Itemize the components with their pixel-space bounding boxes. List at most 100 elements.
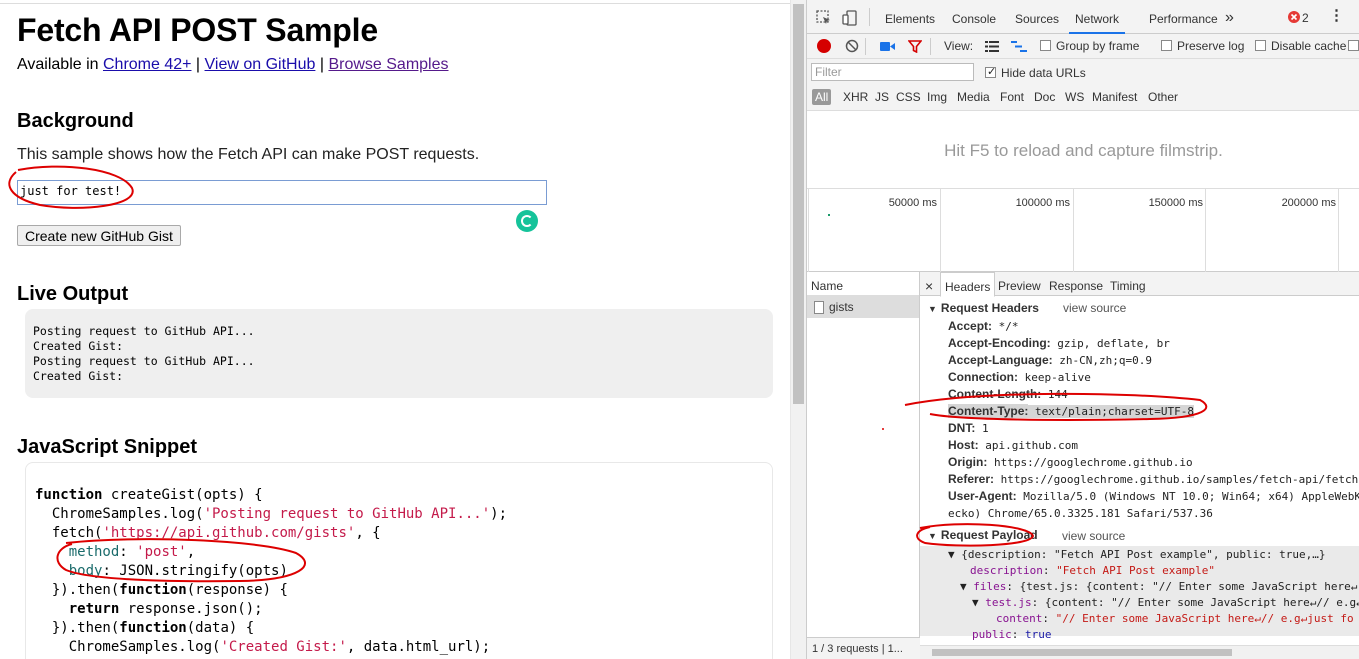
tab-preview[interactable]: Preview — [998, 272, 1041, 296]
timeline-overview[interactable]: 50000 ms 100000 ms 150000 ms 200000 ms — [807, 189, 1359, 272]
code-line: }).then(function(response) { — [35, 582, 288, 598]
code-line: return response.json(); — [35, 601, 263, 617]
tab-elements[interactable]: Elements — [885, 0, 935, 34]
request-detail: × Headers Preview Response Timing ▼ Reque… — [920, 272, 1359, 659]
tab-timing[interactable]: Timing — [1110, 272, 1146, 296]
view-label: View: — [944, 39, 974, 53]
network-request-pane: Name gists 1 / 3 requests | 1... × Heade… — [807, 272, 1359, 659]
expand-triangle-icon: ▼ — [928, 304, 937, 314]
header-row: Accept-Language: zh-CN,zh;q=0.9 — [948, 353, 1153, 367]
timeline-label: 50000 ms — [888, 197, 937, 209]
timeline-label: 100000 ms — [1015, 197, 1070, 209]
network-toolbar: View: Group by frame Preserve log Disabl… — [807, 34, 1359, 59]
error-icon[interactable] — [1288, 11, 1300, 23]
payload-row: public: true — [972, 628, 1052, 641]
type-filter-xhr[interactable]: XHR — [843, 90, 868, 104]
devtools-tabbar: Elements Console Sources Network Perform… — [807, 0, 1359, 34]
output-line: Posting request to GitHub API... — [33, 354, 255, 368]
type-filter-all[interactable]: All — [812, 89, 832, 105]
code-line: fetch('https://api.github.com/gists', { — [35, 525, 381, 541]
type-filter-doc[interactable]: Doc — [1034, 90, 1055, 104]
header-row: Origin: https://googlechrome.github.io — [948, 455, 1193, 469]
timeline-request-marker — [828, 214, 830, 216]
tab-performance[interactable]: Performance — [1149, 0, 1218, 34]
payload-row[interactable]: ▼ test.js: {content: "// Enter some Java… — [972, 596, 1359, 609]
code-line: }).then(function(data) { — [35, 620, 255, 636]
type-filter-img[interactable]: Img — [927, 90, 947, 104]
payload-row: description: "Fetch API Post example" — [970, 564, 1216, 577]
request-payload-section[interactable]: ▼ Request Payload — [928, 528, 1038, 542]
close-detail-icon[interactable]: × — [925, 272, 933, 296]
payload-root-row[interactable]: ▼ {description: "Fetch API Post example"… — [948, 548, 1326, 561]
record-icon[interactable] — [817, 39, 831, 53]
group-by-frame-checkbox[interactable]: Group by frame — [1040, 39, 1139, 53]
filmstrip-hint: Hit F5 to reload and capture filmstrip. — [807, 111, 1359, 189]
toolbar-divider — [930, 38, 931, 55]
request-headers-section[interactable]: ▼ Request Headers — [928, 301, 1039, 315]
code-line: method: 'post', — [35, 544, 196, 560]
gist-content-textarea[interactable]: just for test! — [17, 180, 547, 205]
payload-tree: ▼ {description: "Fetch API Post example"… — [920, 546, 1359, 641]
clear-icon[interactable] — [845, 39, 859, 56]
inspect-element-icon[interactable] — [816, 10, 832, 29]
detail-horizontal-scrollbar[interactable] — [920, 645, 1359, 659]
tab-sources[interactable]: Sources — [1015, 0, 1059, 34]
file-icon — [814, 301, 824, 314]
type-filter-other[interactable]: Other — [1148, 90, 1178, 104]
filter-funnel-icon[interactable] — [907, 40, 923, 56]
type-filter-media[interactable]: Media — [957, 90, 990, 104]
more-tabs-icon[interactable]: » — [1225, 0, 1234, 34]
chrome-version-link[interactable]: Chrome 42+ — [103, 56, 192, 73]
timeline-gridline — [940, 189, 941, 272]
grammarly-icon[interactable] — [516, 210, 538, 232]
type-filter-ws[interactable]: WS — [1065, 90, 1084, 104]
header-row: Accept-Encoding: gzip, deflate, br — [948, 336, 1170, 350]
kebab-menu-icon[interactable]: ⋮ — [1329, 8, 1344, 24]
waterfall-overview-icon[interactable] — [1011, 41, 1027, 55]
background-text: This sample shows how the Fetch API can … — [17, 146, 480, 163]
type-filter-css[interactable]: CSS — [896, 90, 921, 104]
header-row: Referer: https://googlechrome.github.io/… — [948, 472, 1359, 486]
code-snippet: function createGist(opts) { ChromeSample… — [25, 462, 773, 659]
request-row-gists[interactable]: gists — [807, 296, 919, 318]
code-line: ChromeSamples.log('Posting request to Gi… — [35, 506, 508, 522]
scrollbar-thumb[interactable] — [932, 649, 1232, 656]
hide-data-urls-checkbox[interactable]: Hide data URLs — [985, 65, 1086, 80]
header-row-content-type: Content-Type: text/plain;charset=UTF-8 — [948, 404, 1195, 418]
header-row: Connection: keep-alive — [948, 370, 1091, 384]
background-heading: Background — [17, 110, 134, 132]
output-line: Posting request to GitHub API... — [33, 324, 255, 338]
tab-headers[interactable]: Headers — [940, 272, 996, 297]
type-filter-js[interactable]: JS — [875, 90, 889, 104]
header-row: DNT: 1 — [948, 421, 989, 435]
tab-network[interactable]: Network — [1069, 0, 1126, 34]
code-line: ChromeSamples.log('Created Gist:', data.… — [35, 639, 491, 655]
type-filter-manifest[interactable]: Manifest — [1092, 90, 1137, 104]
device-toolbar-icon[interactable] — [842, 10, 858, 29]
page-scrollbar[interactable] — [790, 0, 806, 659]
tab-console[interactable]: Console — [952, 0, 996, 34]
offline-checkbox[interactable] — [1348, 39, 1359, 53]
separator: | — [315, 56, 329, 73]
disable-cache-checkbox[interactable]: Disable cache — [1255, 39, 1346, 53]
filter-input[interactable]: Filter — [811, 63, 974, 81]
timeline-gridline — [1205, 189, 1206, 272]
browse-samples-link[interactable]: Browse Samples — [328, 56, 448, 73]
separator: | — [191, 56, 205, 73]
type-filter-font[interactable]: Font — [1000, 90, 1024, 104]
payload-row[interactable]: ▼ files: {test.js: {content: "// Enter s… — [960, 580, 1357, 593]
name-column-header[interactable]: Name — [807, 272, 919, 296]
error-count[interactable]: 2 — [1302, 11, 1309, 25]
create-gist-button[interactable]: Create new GitHub Gist — [17, 225, 181, 246]
payload-view-source-link[interactable]: view source — [1062, 529, 1125, 543]
output-line: Created Gist: — [33, 339, 124, 353]
view-source-link[interactable]: view source — [1063, 301, 1126, 315]
filter-bar: Filter Hide data URLs All XHR JS CSS Img… — [807, 59, 1359, 111]
large-rows-icon[interactable] — [985, 41, 999, 55]
screenshot-camera-icon[interactable] — [880, 41, 896, 55]
code-line: function createGist(opts) { — [35, 487, 263, 503]
scrollbar-thumb[interactable] — [793, 4, 804, 404]
view-on-github-link[interactable]: View on GitHub — [205, 56, 316, 73]
preserve-log-checkbox[interactable]: Preserve log — [1161, 39, 1244, 53]
tab-response[interactable]: Response — [1049, 272, 1103, 296]
